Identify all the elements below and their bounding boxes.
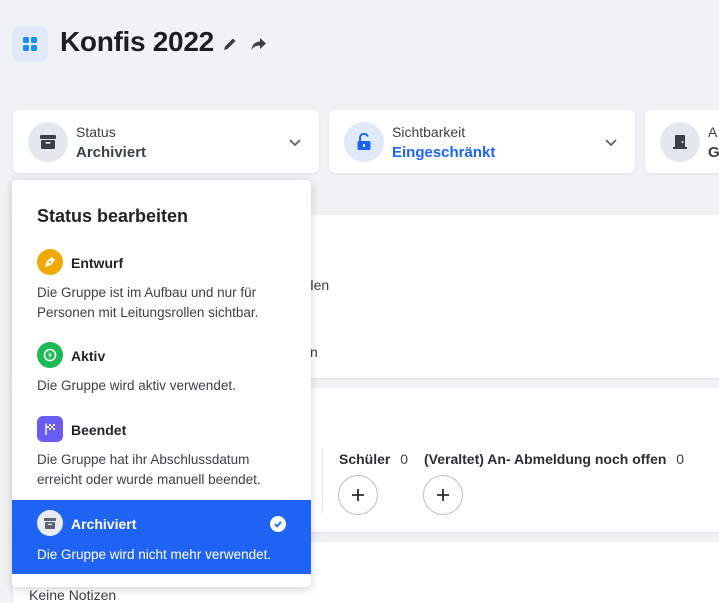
- status-option-archiviert[interactable]: Archiviert Die Gruppe wird nicht mehr ve…: [12, 500, 311, 574]
- info-text-fragment: n: [310, 344, 318, 360]
- add-student-button[interactable]: [338, 475, 378, 515]
- plus-icon: [352, 489, 364, 501]
- status-dropdown: Status bearbeiten Entwurf Die Gruppe ist…: [12, 180, 311, 587]
- status-option-name: Entwurf: [71, 255, 124, 271]
- visibility-selector[interactable]: Sichtbarkeit Eingeschränkt: [329, 110, 635, 173]
- notes-empty-text: Keine Notizen: [29, 587, 117, 603]
- chevron-down-icon: [605, 139, 617, 147]
- status-value: Archiviert: [76, 144, 147, 161]
- chevron-down-icon: [289, 139, 301, 147]
- bolt-icon: [37, 342, 63, 368]
- status-selector[interactable]: Status Archiviert: [13, 110, 319, 173]
- page-title: Konfis 2022: [60, 26, 214, 57]
- group-label: Schüler: [339, 451, 391, 467]
- group-label: (Veraltet) An- Abmeldung noch offen: [424, 451, 667, 467]
- visibility-value: Eingeschränkt: [392, 144, 496, 161]
- archive-icon: [37, 510, 63, 536]
- share-arrow-icon[interactable]: [249, 35, 267, 53]
- status-option-name: Archiviert: [71, 516, 137, 532]
- status-option-name: Beendet: [71, 422, 127, 438]
- status-option-description: Die Gruppe wird aktiv verwendet.: [37, 378, 236, 393]
- pencil-icon[interactable]: [221, 35, 239, 53]
- status-option-description: Die Gruppe wird nicht mehr verwendet.: [37, 547, 272, 562]
- status-option-description: Die Gruppe hat ihr Abschlussdatum erreic…: [37, 452, 261, 487]
- third-selector[interactable]: A G: [645, 110, 719, 173]
- app-grid-icon: [12, 26, 48, 62]
- plus-icon: [437, 489, 449, 501]
- status-option-name: Aktiv: [71, 348, 106, 364]
- archive-icon: [28, 122, 68, 162]
- group-column-students: Schüler 0: [339, 451, 408, 467]
- status-option-entwurf[interactable]: Entwurf Die Gruppe ist im Aufbau und nur…: [12, 240, 311, 326]
- status-option-aktiv[interactable]: Aktiv Die Gruppe wird aktiv verwendet.: [12, 334, 311, 400]
- status-label: Status: [76, 124, 116, 140]
- pen-nib-icon: [37, 249, 63, 275]
- finish-flag-icon: [37, 416, 63, 442]
- third-selector-value: G: [708, 144, 719, 161]
- door-icon: [660, 122, 700, 162]
- status-option-description: Die Gruppe ist im Aufbau und nur für Per…: [37, 285, 259, 320]
- group-count: 0: [400, 451, 409, 467]
- group-count: 0: [676, 451, 685, 467]
- check-circle-icon: [270, 516, 286, 532]
- unlock-icon: [344, 122, 384, 162]
- status-option-beendet[interactable]: Beendet Die Gruppe hat ihr Abschlussdatu…: [12, 408, 311, 494]
- divider: [322, 448, 323, 514]
- add-registration-button[interactable]: [423, 475, 463, 515]
- group-column-registration: (Veraltet) An- Abmeldung noch offen 0: [424, 451, 684, 467]
- visibility-label: Sichtbarkeit: [392, 124, 466, 140]
- third-selector-label: A: [708, 124, 718, 140]
- dropdown-title: Status bearbeiten: [37, 206, 189, 226]
